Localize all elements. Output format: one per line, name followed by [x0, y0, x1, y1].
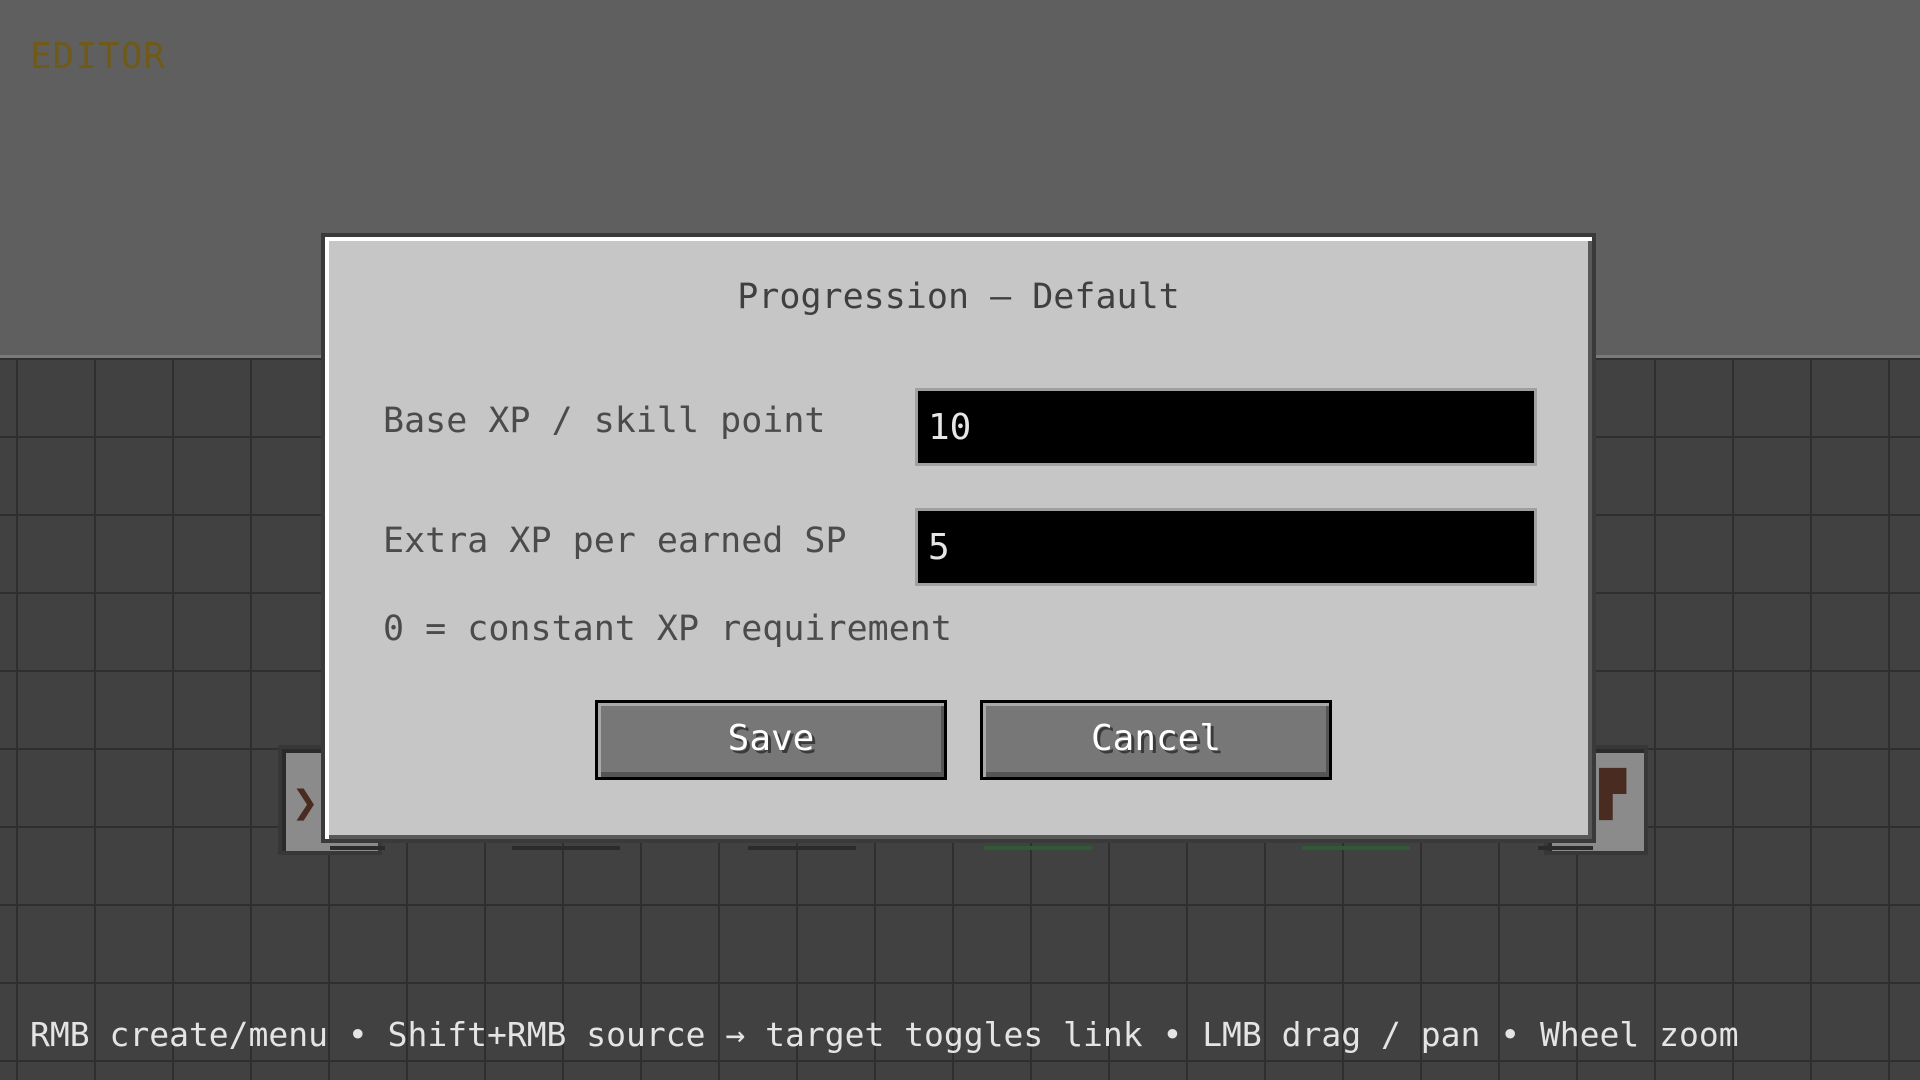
skill-node-icon: ❯	[292, 777, 319, 828]
save-button[interactable]: Save	[595, 700, 947, 780]
node-strip	[1538, 846, 1593, 850]
editor-mode-label: EDITOR	[30, 36, 167, 77]
skill-node-icon: ▛	[1599, 769, 1627, 820]
node-strip	[512, 846, 620, 850]
progression-dialog: Progression — Default Base XP / skill po…	[321, 233, 1596, 843]
node-strip	[984, 846, 1092, 850]
base-xp-label: Base XP / skill point	[383, 401, 826, 441]
extra-xp-label: Extra XP per earned SP	[383, 521, 847, 561]
constant-xp-hint: 0 = constant XP requirement	[383, 609, 952, 649]
base-xp-input[interactable]	[915, 388, 1537, 466]
dialog-title: Progression — Default	[737, 277, 1180, 317]
node-strip	[330, 846, 385, 850]
extra-xp-input[interactable]	[915, 508, 1537, 586]
node-strip	[1302, 846, 1410, 850]
controls-help-text: RMB create/menu • Shift+RMB source → tar…	[30, 1015, 1739, 1054]
node-strip	[748, 846, 856, 850]
cancel-button[interactable]: Cancel	[980, 700, 1332, 780]
